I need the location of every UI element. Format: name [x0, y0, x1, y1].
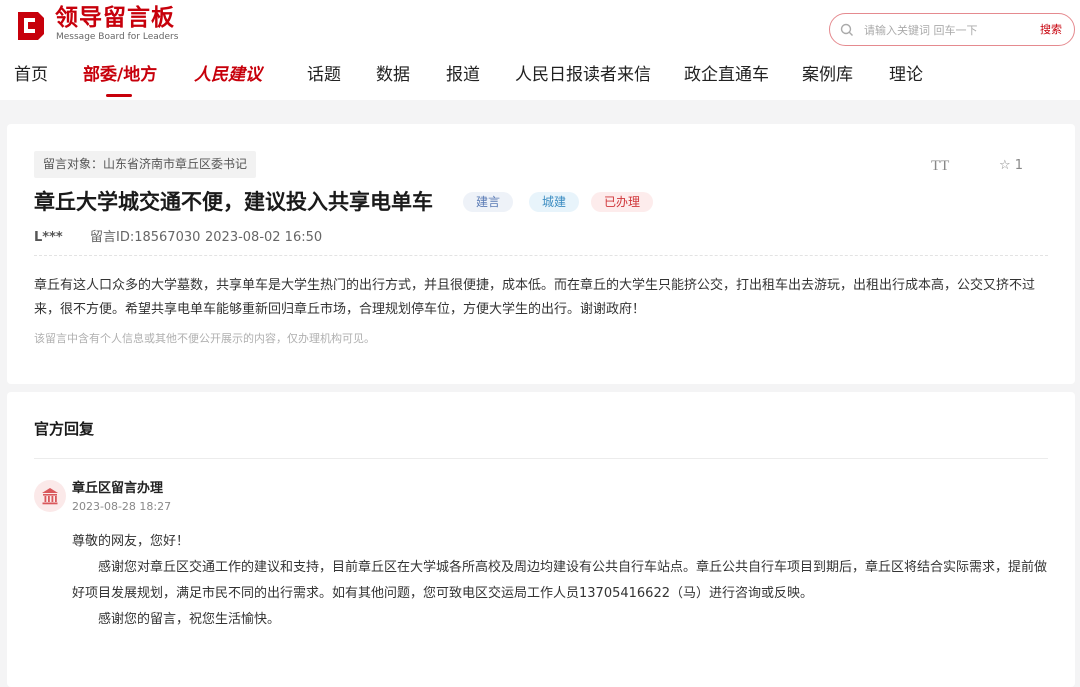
message-time: 2023-08-02 16:50 — [205, 230, 323, 245]
logo-subtitle: Message Board for Leaders — [56, 32, 179, 42]
divider — [34, 255, 1048, 256]
search-button[interactable]: 搜索 — [1040, 21, 1062, 39]
search-icon — [840, 23, 853, 36]
tag-suggestion: 建言 — [463, 192, 514, 212]
nav-item-ministries-local[interactable]: 部委/地方 — [83, 63, 157, 87]
reply-greeting: 尊敬的网友，您好！ — [72, 534, 190, 549]
tag-urban-construction: 城建 — [529, 192, 580, 212]
favorite-count: 1 — [1014, 158, 1024, 173]
message-id: 留言ID:18567030 — [90, 230, 201, 245]
favorite-button[interactable]: ☆ 1 — [999, 157, 1023, 175]
search-box: 搜索 — [829, 13, 1075, 46]
reply-closing: 感谢您的留言，祝您生活愉快。 — [98, 612, 281, 627]
nav-item-enterprise[interactable]: 政企直通车 — [684, 63, 769, 87]
nav-item-reader-letters[interactable]: 人民日报读者来信 — [515, 63, 651, 87]
logo-text[interactable]: 领导留言板 — [55, 4, 175, 32]
nav-item-cases[interactable]: 案例库 — [802, 63, 853, 87]
message-title: 章丘大学城交通不便，建议投入共享电单车 — [34, 190, 433, 214]
nav-item-data[interactable]: 数据 — [376, 63, 410, 87]
reply-card: 官方回复 章丘区留言办理 2023-08-28 18:27 尊敬的网友，您好！ … — [7, 392, 1075, 687]
message-content: 章丘有这人口众多的大学墓数，共享单车是大学生热门的出行方式，并且很便捷，成本低。… — [34, 278, 1036, 317]
government-building-icon — [42, 488, 58, 505]
divider — [34, 458, 1048, 459]
main-nav: 首页 部委/地方 人民建议 话题 数据 报道 人民日报读者来信 政企直通车 案例… — [0, 56, 1080, 100]
reply-heading: 官方回复 — [34, 420, 95, 438]
font-size-icon[interactable]: TT — [931, 156, 949, 176]
message-author: L*** — [34, 230, 63, 245]
nav-item-theory[interactable]: 理论 — [889, 63, 923, 87]
search-input[interactable] — [864, 20, 1024, 40]
top-header: 领导留言板 Message Board for Leaders 搜索 首页 部委… — [0, 0, 1080, 100]
nav-item-reports[interactable]: 报道 — [446, 63, 480, 87]
status-badge: 已办理 — [591, 192, 654, 212]
reply-body: 尊敬的网友，您好！ 感谢您对章丘区交通工作的建议和支持，目前章丘区在大学城各所高… — [72, 529, 1052, 633]
nav-item-home[interactable]: 首页 — [14, 63, 48, 87]
reply-content: 感谢您对章丘区交通工作的建议和支持，目前章丘区在大学城各所高校及周边均建设有公共… — [72, 560, 1048, 601]
reply-time: 2023-08-28 18:27 — [72, 500, 172, 513]
reply-org-name: 章丘区留言办理 — [72, 481, 164, 496]
nav-item-people-suggestions[interactable]: 人民建议 — [194, 63, 262, 87]
nav-item-topics[interactable]: 话题 — [307, 63, 341, 87]
privacy-note: 该留言中含有个人信息或其他不便公开展示的内容，仅办理机构可见。 — [34, 332, 375, 345]
avatar — [34, 480, 66, 512]
logo-icon[interactable] — [14, 8, 48, 42]
star-icon: ☆ — [999, 158, 1011, 173]
message-card: 留言对象：山东省济南市章丘区委书记 TT ☆ 1 章丘大学城交通不便，建议投入共… — [7, 124, 1075, 384]
nav-active-indicator — [106, 94, 132, 97]
message-target: 留言对象：山东省济南市章丘区委书记 — [34, 151, 257, 178]
